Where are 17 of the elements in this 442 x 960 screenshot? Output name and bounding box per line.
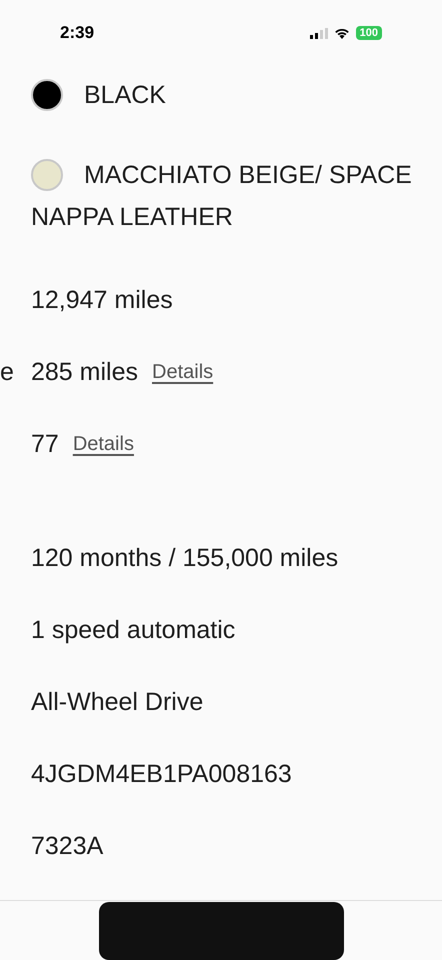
color-name: BLACK	[83, 80, 166, 111]
wifi-icon	[334, 27, 350, 39]
status-time: 2:39	[60, 23, 94, 43]
details-link[interactable]: Details	[72, 432, 134, 456]
spec-value: All-Wheel Drive	[31, 687, 204, 718]
spec-value: 4JGDM4EB1PA008163	[31, 759, 292, 790]
color-name: MACCHIATO BEIGE/ SPACE NAPPA LEATHER	[31, 160, 413, 233]
mileage: 12,947 miles	[31, 285, 173, 316]
details-link[interactable]: Details	[152, 360, 214, 384]
spec-value: 120 months / 155,000 miles	[31, 543, 338, 574]
range-value: 285 miles	[31, 357, 138, 388]
field-label: e	[0, 358, 14, 386]
spec-value: 1 speed automatic	[31, 615, 236, 646]
spec-value: 7323A	[31, 831, 104, 862]
battery-indicator: 100	[356, 26, 382, 40]
rating-value: 77	[31, 429, 59, 460]
signal-icon	[310, 28, 328, 38]
